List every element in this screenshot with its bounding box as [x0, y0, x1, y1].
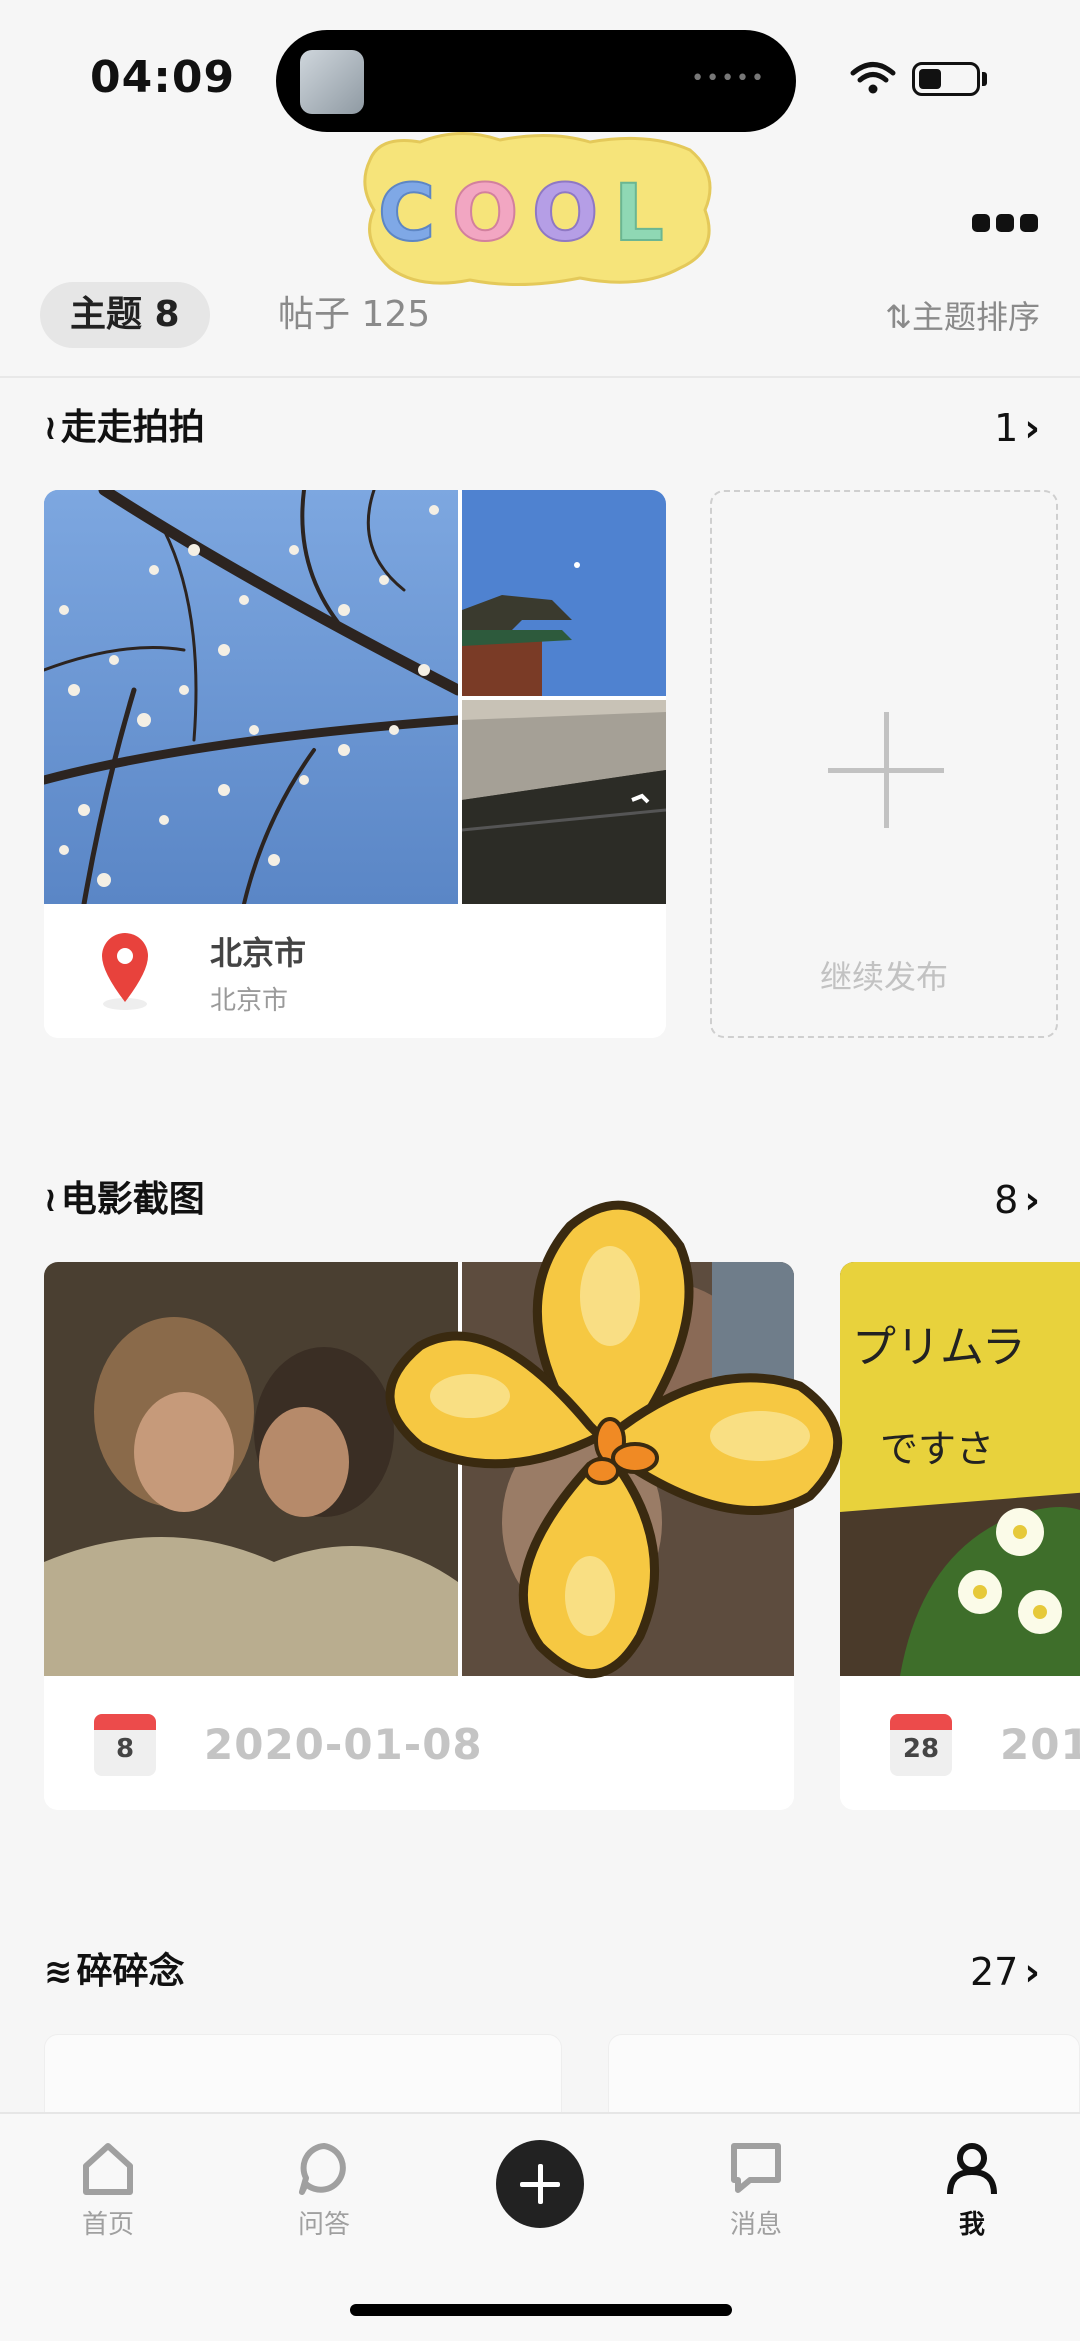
plus-icon [828, 712, 944, 828]
more-dot [972, 214, 990, 232]
calendar-icon: 8 [94, 1714, 156, 1776]
continue-posting-label: 继续发布 [819, 958, 948, 996]
continue-posting-card[interactable]: 继续发布 [710, 490, 1058, 1038]
section-count[interactable]: 27 › [970, 1942, 1040, 2002]
calendar-day: 8 [115, 1734, 135, 1764]
cool-sticker: C O O L [363, 132, 712, 287]
section-title-text: 碎碎念 [76, 1951, 185, 1992]
svg-text:L: L [614, 169, 664, 259]
create-post-button[interactable] [496, 2140, 584, 2228]
section-header-walk[interactable]: ≀ 走走拍拍 1 › [44, 398, 1040, 458]
section-title-text: 走走拍拍 [60, 407, 205, 448]
home-icon [83, 2143, 133, 2195]
status-time: 04:09 [90, 52, 236, 103]
photo-card-beijing[interactable]: 北京市 北京市 [44, 490, 666, 1038]
chevron-right-icon: › [1024, 1178, 1040, 1222]
post-date: 2020-01-08 [204, 1720, 483, 1769]
tab-topics[interactable]: 主题 8 [40, 282, 210, 348]
section-count[interactable]: 1 › [994, 398, 1040, 458]
profile-tabs: 主题 8 帖子 125 ⇅主题排序 [40, 282, 1040, 352]
blossom-photo [44, 490, 458, 904]
nav-profile[interactable]: 我 [902, 2138, 1042, 2241]
status-bar: 04:09 ••••• [0, 0, 1080, 140]
squiggle-icon: ≀ [44, 1180, 57, 1220]
now-playing-thumbnail [300, 50, 364, 114]
location-title: 北京市 [210, 934, 307, 972]
pavilion-photo [462, 490, 666, 696]
home-indicator [350, 2304, 732, 2316]
svg-text:C: C [378, 169, 435, 259]
nav-label: 我 [958, 2210, 985, 2240]
header-divider [0, 376, 1080, 378]
squiggle-icon: ≋ [44, 1952, 73, 1992]
qa-icon [299, 2143, 346, 2195]
message-icon [731, 2143, 781, 2193]
location-row: 北京市 北京市 [44, 904, 666, 1038]
section-title-text: 电影截图 [60, 1179, 205, 1220]
flower-sticker [385, 1200, 843, 1678]
chevron-right-icon: › [1024, 1950, 1040, 1994]
more-options-button[interactable] [972, 208, 1044, 238]
nav-home[interactable]: 首页 [38, 2138, 178, 2241]
svg-text:O: O [532, 169, 598, 259]
chevron-right-icon: › [1024, 406, 1040, 450]
battery-icon [912, 62, 980, 96]
tab-posts[interactable]: 帖子 125 [278, 282, 430, 348]
island-activity-dots: ••••• [691, 66, 766, 91]
nav-label: 首页 [81, 2210, 134, 2240]
section-header-notes[interactable]: ≋ 碎碎念 27 › [44, 1942, 1040, 2002]
battery-cap [982, 72, 987, 86]
more-dot [1020, 214, 1038, 232]
nav-label: 消息 [729, 2210, 782, 2240]
squiggle-icon: ≀ [44, 408, 57, 448]
profile-icon [947, 2143, 997, 2195]
location-pin-icon [102, 933, 148, 1010]
topic-sort-button[interactable]: ⇅主题排序 [885, 292, 1040, 342]
location-subtitle: 北京市 [210, 986, 289, 1016]
section-count-text: 27 [969, 1950, 1019, 1994]
post-date: 2019 [1000, 1720, 1080, 1769]
section-count-text: 1 [994, 406, 1019, 450]
section-title: ≀ 电影截图 [44, 1170, 205, 1230]
section-count-text: 8 [994, 1178, 1019, 1222]
moat-photo [462, 700, 666, 904]
nav-qa[interactable]: 问答 [254, 2138, 394, 2241]
nav-label: 问答 [297, 2210, 350, 2240]
calendar-day: 28 [902, 1734, 940, 1764]
calendar-icon: 28 [890, 1714, 952, 1776]
nav-messages[interactable]: 消息 [686, 2138, 826, 2241]
section-count[interactable]: 8 › [994, 1170, 1040, 1230]
section-title: ≋ 碎碎念 [44, 1942, 185, 2002]
svg-text:ですさ: ですさ [880, 1427, 994, 1471]
dynamic-island[interactable]: ••••• [276, 30, 796, 132]
section-title: ≀ 走走拍拍 [44, 398, 205, 458]
more-dot [996, 214, 1014, 232]
svg-text:O: O [452, 169, 518, 259]
wifi-icon [850, 62, 896, 94]
